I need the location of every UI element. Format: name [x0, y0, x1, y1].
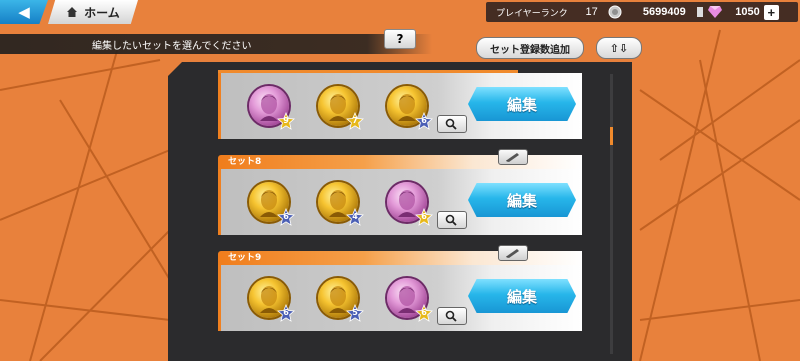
set-medal-row: 9 7 6 編集: [218, 73, 582, 139]
help-button[interactable]: ?: [384, 29, 416, 49]
set-medal-row: 6 5 6 編集: [218, 265, 582, 331]
medal-slot[interactable]: 4: [318, 182, 364, 226]
medal-slot[interactable]: 6: [387, 278, 433, 322]
sort-arrows-icon: ⇧⇩: [609, 41, 629, 55]
home-icon: [67, 7, 78, 17]
set-header: セット9: [218, 245, 582, 265]
medal-level: 6: [283, 308, 289, 317]
medal-level: 7: [352, 116, 358, 125]
set-card: セット8 6 4 6 編集: [218, 149, 582, 235]
medal-level: 6: [283, 212, 289, 221]
set-name: セット9: [228, 253, 262, 263]
add-set-slots-button[interactable]: セット登録数追加: [476, 37, 584, 59]
edit-set-button[interactable]: 編集: [468, 183, 576, 217]
medal-level: 6: [421, 212, 427, 221]
medal-level: 5: [352, 308, 358, 317]
edit-set-label: 編集: [506, 95, 537, 114]
view-details-button[interactable]: [437, 307, 467, 325]
instruction-text: 編集したいセットを選んでください: [92, 40, 252, 52]
sort-button[interactable]: ⇧⇩: [596, 37, 642, 59]
buy-gems-button[interactable]: +: [763, 4, 779, 20]
back-arrow-icon: ◀: [18, 3, 30, 21]
player-rank-value: 17: [585, 6, 598, 18]
add-set-slots-label: セット登録数追加: [490, 44, 570, 56]
scrollbar-track[interactable]: [610, 74, 613, 354]
rename-set-button[interactable]: [498, 149, 528, 165]
gem-count: 1050: [735, 6, 760, 18]
plus-icon: +: [767, 4, 776, 20]
magnifier-icon: [445, 310, 457, 322]
coin-icon: [608, 5, 622, 19]
edit-set-label: 編集: [506, 287, 537, 306]
gem-icon: [696, 6, 722, 18]
medal-slot[interactable]: 5: [318, 278, 364, 322]
medal-level: 9: [283, 116, 289, 125]
magnifier-icon: [445, 118, 457, 130]
question-icon: ?: [396, 32, 404, 46]
medal-slot[interactable]: 6: [249, 182, 295, 226]
medal-slot[interactable]: 6: [387, 182, 433, 226]
medal-slot[interactable]: 6: [249, 278, 295, 322]
scrollbar-thumb[interactable]: [610, 127, 613, 145]
rename-set-button[interactable]: [498, 245, 528, 261]
edit-set-button[interactable]: 編集: [468, 87, 576, 121]
view-details-button[interactable]: [437, 211, 467, 229]
medal-level: 6: [421, 308, 427, 317]
edit-set-button[interactable]: 編集: [468, 279, 576, 313]
player-rank-label: プレイヤーランク: [496, 7, 568, 18]
medal-slot[interactable]: 7: [318, 86, 364, 130]
home-button[interactable]: ホーム: [48, 0, 138, 24]
medal-slot[interactable]: 9: [249, 86, 295, 130]
set-header: セット8: [218, 149, 582, 169]
set-medal-row: 6 4 6 編集: [218, 169, 582, 235]
set-name: セット8: [228, 157, 262, 167]
instruction-banner: 編集したいセットを選んでください: [0, 34, 432, 54]
medal-level: 4: [352, 212, 358, 221]
status-bar: プレイヤーランク 17 5699409 1050 +: [486, 2, 798, 22]
view-details-button[interactable]: [437, 115, 467, 133]
medal-slot[interactable]: 6: [387, 86, 433, 130]
magnifier-icon: [445, 214, 457, 226]
home-label: ホーム: [84, 5, 120, 20]
pencil-icon: [506, 249, 519, 258]
medal-level: 6: [421, 116, 427, 125]
set-card: セット9 6 5 6 編集: [218, 245, 582, 331]
coin-count: 5699409: [642, 6, 686, 18]
set-card: 9 7 6 編集: [218, 73, 582, 139]
pencil-icon: [506, 153, 519, 162]
edit-set-label: 編集: [506, 191, 537, 210]
